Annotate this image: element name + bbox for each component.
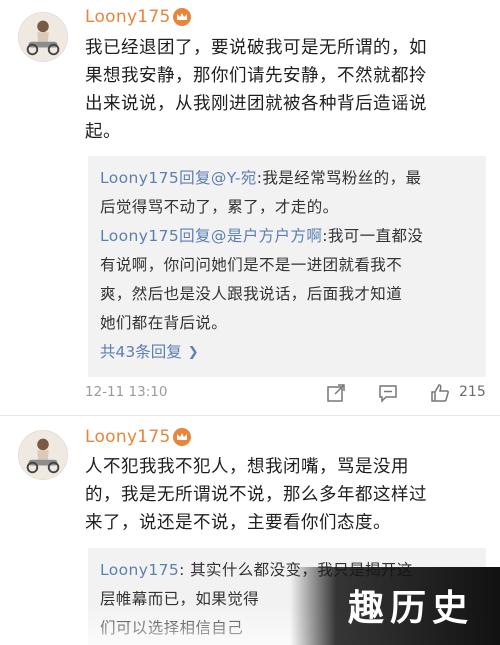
avatar[interactable] xyxy=(18,12,68,62)
reply-item[interactable]: Loony175回复@Y-宛:我是经常骂粉丝的，最 后觉得骂不动了，累了，才走的… xyxy=(100,164,474,222)
like-icon[interactable] xyxy=(429,382,451,404)
divider xyxy=(0,415,500,416)
comment-text: 我已经退团了，要说破我可是无所谓的，如 果想我安静，那你们请先安静，不然就都拎 … xyxy=(85,38,427,142)
more-replies-link[interactable]: 共43条回复 ❯ xyxy=(100,338,199,367)
avatar-girl-motorcycle-icon xyxy=(19,431,67,479)
reply-icon[interactable] xyxy=(377,382,399,404)
watermark-band: 趣历史 xyxy=(290,567,500,645)
more-replies-label: 共43条回复 xyxy=(100,343,182,361)
watermark: 趣历史 xyxy=(347,587,474,629)
reply-author[interactable]: Loony175 xyxy=(100,169,179,187)
crown-badge-icon xyxy=(173,428,191,446)
timestamp: 12-11 13:10 xyxy=(85,384,168,400)
reply-author[interactable]: Loony175 xyxy=(100,561,179,579)
comment-text: 人不犯我我不犯人，想我闭嘴，骂是没用 的，我是无所谓说不说，那么多年都这样过 来… xyxy=(85,457,427,533)
like-count: 215 xyxy=(459,384,486,400)
avatar[interactable] xyxy=(18,430,68,480)
comment-meta: 12-11 13:10 215 xyxy=(85,382,486,406)
avatar-girl-motorcycle-icon xyxy=(19,13,67,61)
crown-badge-icon xyxy=(173,8,191,26)
reply-box: Loony175回复@Y-宛:我是经常骂粉丝的，最 后觉得骂不动了，累了，才走的… xyxy=(88,156,486,377)
reply-target[interactable]: 回复@Y-宛 xyxy=(179,169,257,187)
reply-item[interactable]: Loony175回复@是户方户方啊:我可一直都没 有说啊，你问问她们是不是一进团… xyxy=(100,222,474,338)
reply-target[interactable]: 回复@是户方户方啊 xyxy=(179,227,322,245)
chevron-right-icon: ❯ xyxy=(187,345,199,360)
username[interactable]: Loony175 xyxy=(85,7,171,27)
reply-author[interactable]: Loony175 xyxy=(100,227,179,245)
username[interactable]: Loony175 xyxy=(85,427,171,447)
forward-icon[interactable] xyxy=(325,382,347,404)
